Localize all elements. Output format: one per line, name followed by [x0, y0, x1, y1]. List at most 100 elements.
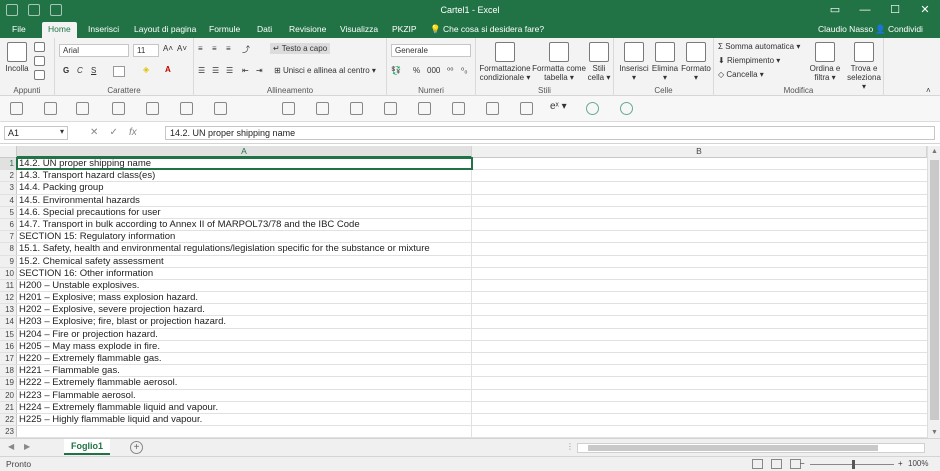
cell-a[interactable]: H201 – Explosive; mass explosion hazard.	[17, 292, 472, 304]
increase-decimal-icon[interactable]: ⁰⁰	[447, 66, 453, 75]
collapse-ribbon-icon[interactable]: ˄	[926, 86, 931, 95]
page-layout-view-icon[interactable]	[771, 459, 782, 469]
insert-function-icon[interactable]: fx	[129, 127, 137, 138]
tab-page-layout[interactable]: Layout di pagina	[128, 22, 202, 38]
row-header[interactable]: 1	[0, 158, 17, 170]
remove-icon[interactable]	[384, 102, 397, 115]
column-header-a[interactable]: A	[17, 146, 472, 158]
fill-color-icon[interactable]: ◈	[143, 65, 149, 74]
row-header[interactable]: 8	[0, 243, 17, 255]
name-box-dropdown-icon[interactable]: ▾	[60, 127, 64, 136]
row-header[interactable]: 4	[0, 194, 17, 206]
cell-a[interactable]: H205 – May mass explode in fire.	[17, 340, 472, 352]
zoom-slider-knob[interactable]	[852, 460, 855, 469]
cell-b[interactable]	[472, 426, 927, 437]
autosum-button[interactable]: Σ Somma automatica ▾	[718, 42, 800, 51]
vertical-scroll-thumb[interactable]	[930, 160, 939, 420]
cell-a[interactable]: 14.4. Packing group	[17, 182, 472, 194]
tab-home[interactable]: Home	[42, 22, 77, 38]
cell-a[interactable]: 15.2. Chemical safety assessment	[17, 255, 472, 267]
tab-pkzip[interactable]: PKZIP	[386, 22, 423, 38]
row-header[interactable]: 12	[0, 292, 17, 304]
cell-b[interactable]	[472, 414, 927, 425]
redo-toolbar-icon[interactable]	[76, 102, 89, 115]
format-cells-button[interactable]: Formato ▾	[680, 42, 712, 82]
column-header-b[interactable]: B	[472, 146, 927, 158]
row-header[interactable]: 5	[0, 206, 17, 218]
cell-b[interactable]	[472, 170, 927, 181]
grow-font-icon[interactable]: A˄	[163, 44, 173, 53]
cell-a[interactable]: 14.5. Environmental hazards	[17, 194, 472, 206]
cell-a[interactable]: H200 – Unstable explosives.	[17, 279, 472, 292]
open-folder-icon[interactable]	[180, 102, 193, 115]
scroll-down-icon[interactable]: ▼	[928, 429, 940, 436]
paste-button[interactable]: Incolla	[4, 42, 30, 73]
row-header[interactable]: 7	[0, 231, 17, 243]
bold-button[interactable]: G	[63, 66, 69, 75]
cell-a[interactable]: H225 – Highly flammable liquid and vapou…	[17, 413, 472, 426]
cell-a[interactable]: H203 – Explosive; fire, blast or project…	[17, 316, 472, 328]
cell-styles-button[interactable]: Stili cella ▾	[586, 42, 612, 82]
tab-file[interactable]: File	[6, 22, 32, 38]
font-size-select[interactable]: 11	[133, 44, 159, 57]
borders-icon[interactable]	[113, 66, 125, 77]
cell-b[interactable]	[472, 304, 927, 315]
sort-filter-button[interactable]: Ordina e filtra ▾	[806, 42, 844, 82]
row-header[interactable]: 2	[0, 170, 17, 182]
cell-b[interactable]	[472, 280, 927, 291]
cell-a[interactable]: H222 – Extremely flammable aerosol.	[17, 377, 472, 389]
format-painter-icon[interactable]	[34, 70, 45, 80]
italic-button[interactable]: C	[77, 66, 83, 75]
cell-a[interactable]: H220 – Extremely flammable gas.	[17, 353, 472, 365]
circle-icon-2[interactable]	[620, 102, 633, 115]
cell-b[interactable]	[472, 231, 927, 242]
vertical-scrollbar[interactable]: ▲ ▼	[927, 146, 940, 438]
split-handle-icon[interactable]: ⋮	[566, 442, 574, 451]
align-right-icon[interactable]: ☰	[226, 66, 233, 75]
cell-a[interactable]: H202 – Explosive, severe projection haza…	[17, 304, 472, 316]
align-left-icon[interactable]: ☰	[198, 66, 205, 75]
row-header[interactable]: 6	[0, 218, 17, 231]
cell-a[interactable]: SECTION 15: Regulatory information	[17, 231, 472, 243]
save-as-icon[interactable]	[146, 102, 159, 115]
cell-b[interactable]	[472, 268, 927, 279]
conditional-format-button[interactable]: Formattazione condizionale ▾	[478, 42, 532, 82]
cell-a[interactable]: SECTION 16: Other information	[17, 267, 472, 279]
table-toolbar-icon[interactable]	[520, 102, 533, 115]
clipboard-icon[interactable]	[282, 102, 295, 115]
circle-icon-1[interactable]	[586, 102, 599, 115]
undo-toolbar-icon[interactable]	[44, 102, 57, 115]
cut-icon[interactable]	[34, 42, 45, 52]
name-box[interactable]: A1	[4, 126, 68, 140]
row-header[interactable]: 16	[0, 340, 17, 352]
cell-b[interactable]	[472, 402, 927, 413]
sheet-tab-foglio1[interactable]: Foglio1	[64, 439, 110, 455]
underline-button[interactable]: S	[91, 66, 96, 75]
horizontal-scrollbar[interactable]	[577, 443, 925, 453]
cell-a[interactable]: H224 – Extremely flammable liquid and va…	[17, 401, 472, 413]
orientation-icon[interactable]: ⤴	[242, 44, 250, 55]
tab-review[interactable]: Revisione	[283, 22, 332, 38]
delete-cells-button[interactable]: Elimina ▾	[650, 42, 680, 82]
currency-icon[interactable]: 💱	[391, 66, 401, 75]
sort-toolbar-icon[interactable]	[350, 102, 363, 115]
cell-a[interactable]: 14.3. Transport hazard class(es)	[17, 170, 472, 182]
row-header[interactable]: 18	[0, 365, 17, 377]
cell-b[interactable]	[472, 243, 927, 254]
increase-indent-icon[interactable]: ⇥	[256, 66, 263, 75]
percent-icon[interactable]: %	[413, 66, 420, 75]
shrink-font-icon[interactable]: A˅	[177, 44, 187, 53]
row-header[interactable]: 10	[0, 267, 17, 279]
cell-a[interactable]: 15.1. Safety, health and environmental r…	[17, 243, 472, 255]
tab-insert[interactable]: Inserisci	[82, 22, 125, 38]
wrap-text-button[interactable]: ↵ Testo a capo	[270, 43, 331, 54]
cell-b[interactable]	[472, 158, 927, 169]
cell-b[interactable]	[472, 390, 927, 401]
align-top-icon[interactable]: ≡	[198, 44, 203, 53]
erase-toolbar-icon[interactable]	[418, 102, 431, 115]
cell-a[interactable]: 14.7. Transport in bulk according to Ann…	[17, 218, 472, 231]
row-header[interactable]: 20	[0, 389, 17, 401]
zoom-out-icon[interactable]: −	[800, 459, 805, 468]
tab-view[interactable]: Visualizza	[334, 22, 384, 38]
normal-view-icon[interactable]	[752, 459, 763, 469]
